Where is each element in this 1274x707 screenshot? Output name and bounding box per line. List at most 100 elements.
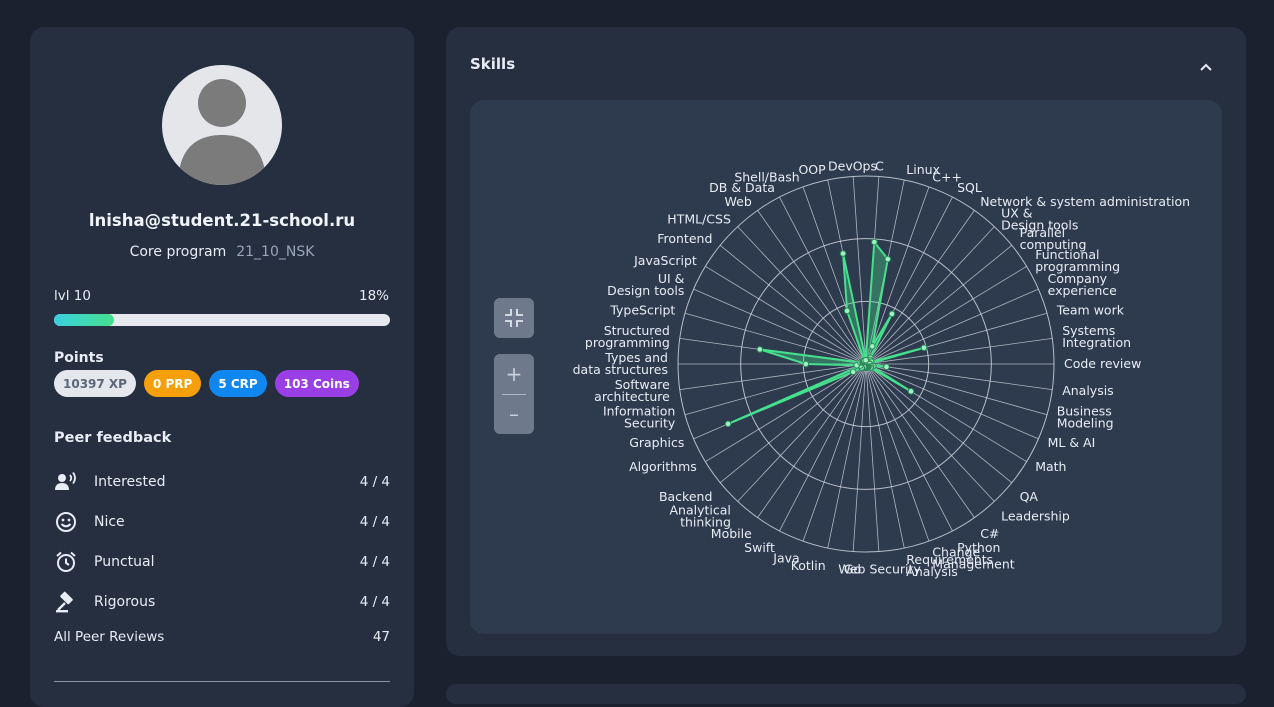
grid-spoke [705, 363, 867, 463]
skill-label: JavaScript [633, 253, 697, 268]
skill-label: Web [725, 194, 752, 209]
feedback-value: 4 / 4 [359, 594, 390, 610]
grid-spoke [852, 363, 867, 552]
skill-point [907, 388, 915, 395]
skill-label: Analysis [1062, 383, 1114, 398]
program-name: Core program [129, 244, 227, 260]
skill-label: Math [1035, 459, 1066, 474]
feedback-row-nice: Nice 4 / 4 [54, 510, 390, 534]
skill-label: Java [772, 551, 799, 566]
feedback-label: Interested [94, 474, 166, 490]
feedback-value: 4 / 4 [359, 514, 390, 530]
skill-point [868, 342, 876, 350]
skill-point [883, 363, 890, 371]
skill-point [871, 238, 878, 246]
grid-spoke [684, 363, 867, 416]
default-user-icon [178, 79, 266, 185]
divider [54, 681, 390, 682]
crp-badge: 5 CRP [209, 370, 267, 397]
feedback-row-rigorous: Rigorous 4 / 4 [54, 590, 390, 614]
skill-label: ML & AI [1048, 435, 1096, 450]
all-peer-reviews-link[interactable]: All Peer Reviews 47 [54, 629, 390, 645]
skill-label: Information Security [603, 403, 676, 430]
level-percent: 18% [358, 288, 389, 304]
zoom-controls: + – [494, 354, 534, 434]
xp-badge: 10397 XP [54, 370, 136, 397]
skill-label: DevOps [828, 159, 877, 174]
level-progress-bar [54, 314, 390, 326]
skill-point [724, 420, 732, 428]
avatar[interactable] [162, 65, 282, 185]
all-reviews-count: 47 [372, 629, 390, 645]
grid-spoke [865, 363, 1048, 416]
program-info: Core program 21_10_NSK [30, 244, 414, 260]
wave-name: 21_10_NSK [236, 244, 315, 260]
skill-point [920, 344, 928, 352]
skill-label: Analytical thinking [670, 503, 731, 530]
grid-spoke [779, 196, 867, 365]
grid-spoke [684, 312, 867, 365]
skill-label: OOP [798, 162, 826, 177]
gavel-icon [54, 590, 78, 614]
grid-spoke [865, 363, 1053, 390]
skills-title: Skills [470, 55, 516, 73]
skill-label: Go [844, 562, 861, 577]
zoom-separator [502, 394, 526, 395]
grid-spoke [865, 226, 995, 365]
skills-radar-chart: C LinuxC++SQLNetwork & system administrat… [573, 159, 1190, 579]
skill-label: HTML/CSS [667, 211, 731, 226]
zoom-in-button[interactable]: + [494, 354, 534, 394]
skill-label: Graphics [629, 435, 684, 450]
skill-label: C# [980, 526, 999, 541]
grid-spoke [705, 265, 867, 365]
points-badges: 10397 XP 0 PRP 5 CRP 103 Coins [54, 370, 359, 397]
feedback-label: Punctual [94, 554, 155, 570]
smile-icon [54, 510, 78, 534]
grid-spoke [865, 363, 880, 552]
feedback-row-interested: Interested 4 / 4 [54, 470, 390, 494]
fit-view-button[interactable] [494, 298, 534, 338]
all-reviews-label: All Peer Reviews [54, 629, 165, 645]
skill-label: SQL [957, 180, 982, 195]
person-speaking-icon [54, 470, 78, 494]
skill-label: Backend [659, 489, 712, 504]
coins-badge: 103 Coins [274, 370, 359, 397]
profile-card: lnisha@student.21-school.ru Core program… [30, 27, 414, 707]
grid-spoke [865, 338, 1053, 365]
skill-label: Structured programming [585, 323, 670, 350]
skill-label: Business Modeling [1057, 403, 1114, 430]
skill-label: Company experience [1048, 271, 1118, 298]
skill-label: Shell/Bash [734, 169, 799, 184]
skill-label: Systems Integration [1062, 323, 1131, 350]
skill-point [884, 255, 892, 263]
collapse-button[interactable] [1194, 55, 1218, 79]
feedback-value: 4 / 4 [359, 554, 390, 570]
zoom-out-button[interactable]: – [494, 394, 534, 434]
next-card-edge [446, 684, 1246, 704]
skill-label: Code review [1064, 356, 1141, 371]
skill-label: Leadership [1001, 509, 1070, 524]
skill-label: Functional programming [1035, 247, 1120, 274]
user-login: lnisha@student.21-school.ru [88, 211, 356, 230]
feedback-label: Rigorous [94, 594, 156, 610]
feedback-row-punctual: Punctual 4 / 4 [54, 550, 390, 574]
feedback-value: 4 / 4 [359, 474, 390, 490]
grid-spoke [779, 363, 867, 532]
skill-label: Types and data structures [573, 350, 668, 377]
skill-point [756, 346, 764, 353]
skill-point [862, 356, 870, 364]
skill-label: Algorithms [629, 459, 697, 474]
skill-label: TypeScript [609, 303, 675, 318]
skill-point [839, 250, 847, 257]
skill-label: Frontend [657, 231, 712, 246]
level-progress-fill [54, 314, 115, 326]
points-title: Points [54, 350, 104, 366]
skill-label: QA [1020, 489, 1039, 504]
grid-spoke [865, 288, 1039, 365]
alarm-clock-icon [54, 550, 78, 574]
grid-spoke [737, 363, 867, 502]
skills-chart-area[interactable]: C Linux C++ SQL Network & system administrat… [470, 100, 1222, 634]
skill-point [849, 368, 857, 376]
skill-label: UI & Design tools [607, 271, 685, 298]
skill-label: Swift [744, 540, 775, 555]
